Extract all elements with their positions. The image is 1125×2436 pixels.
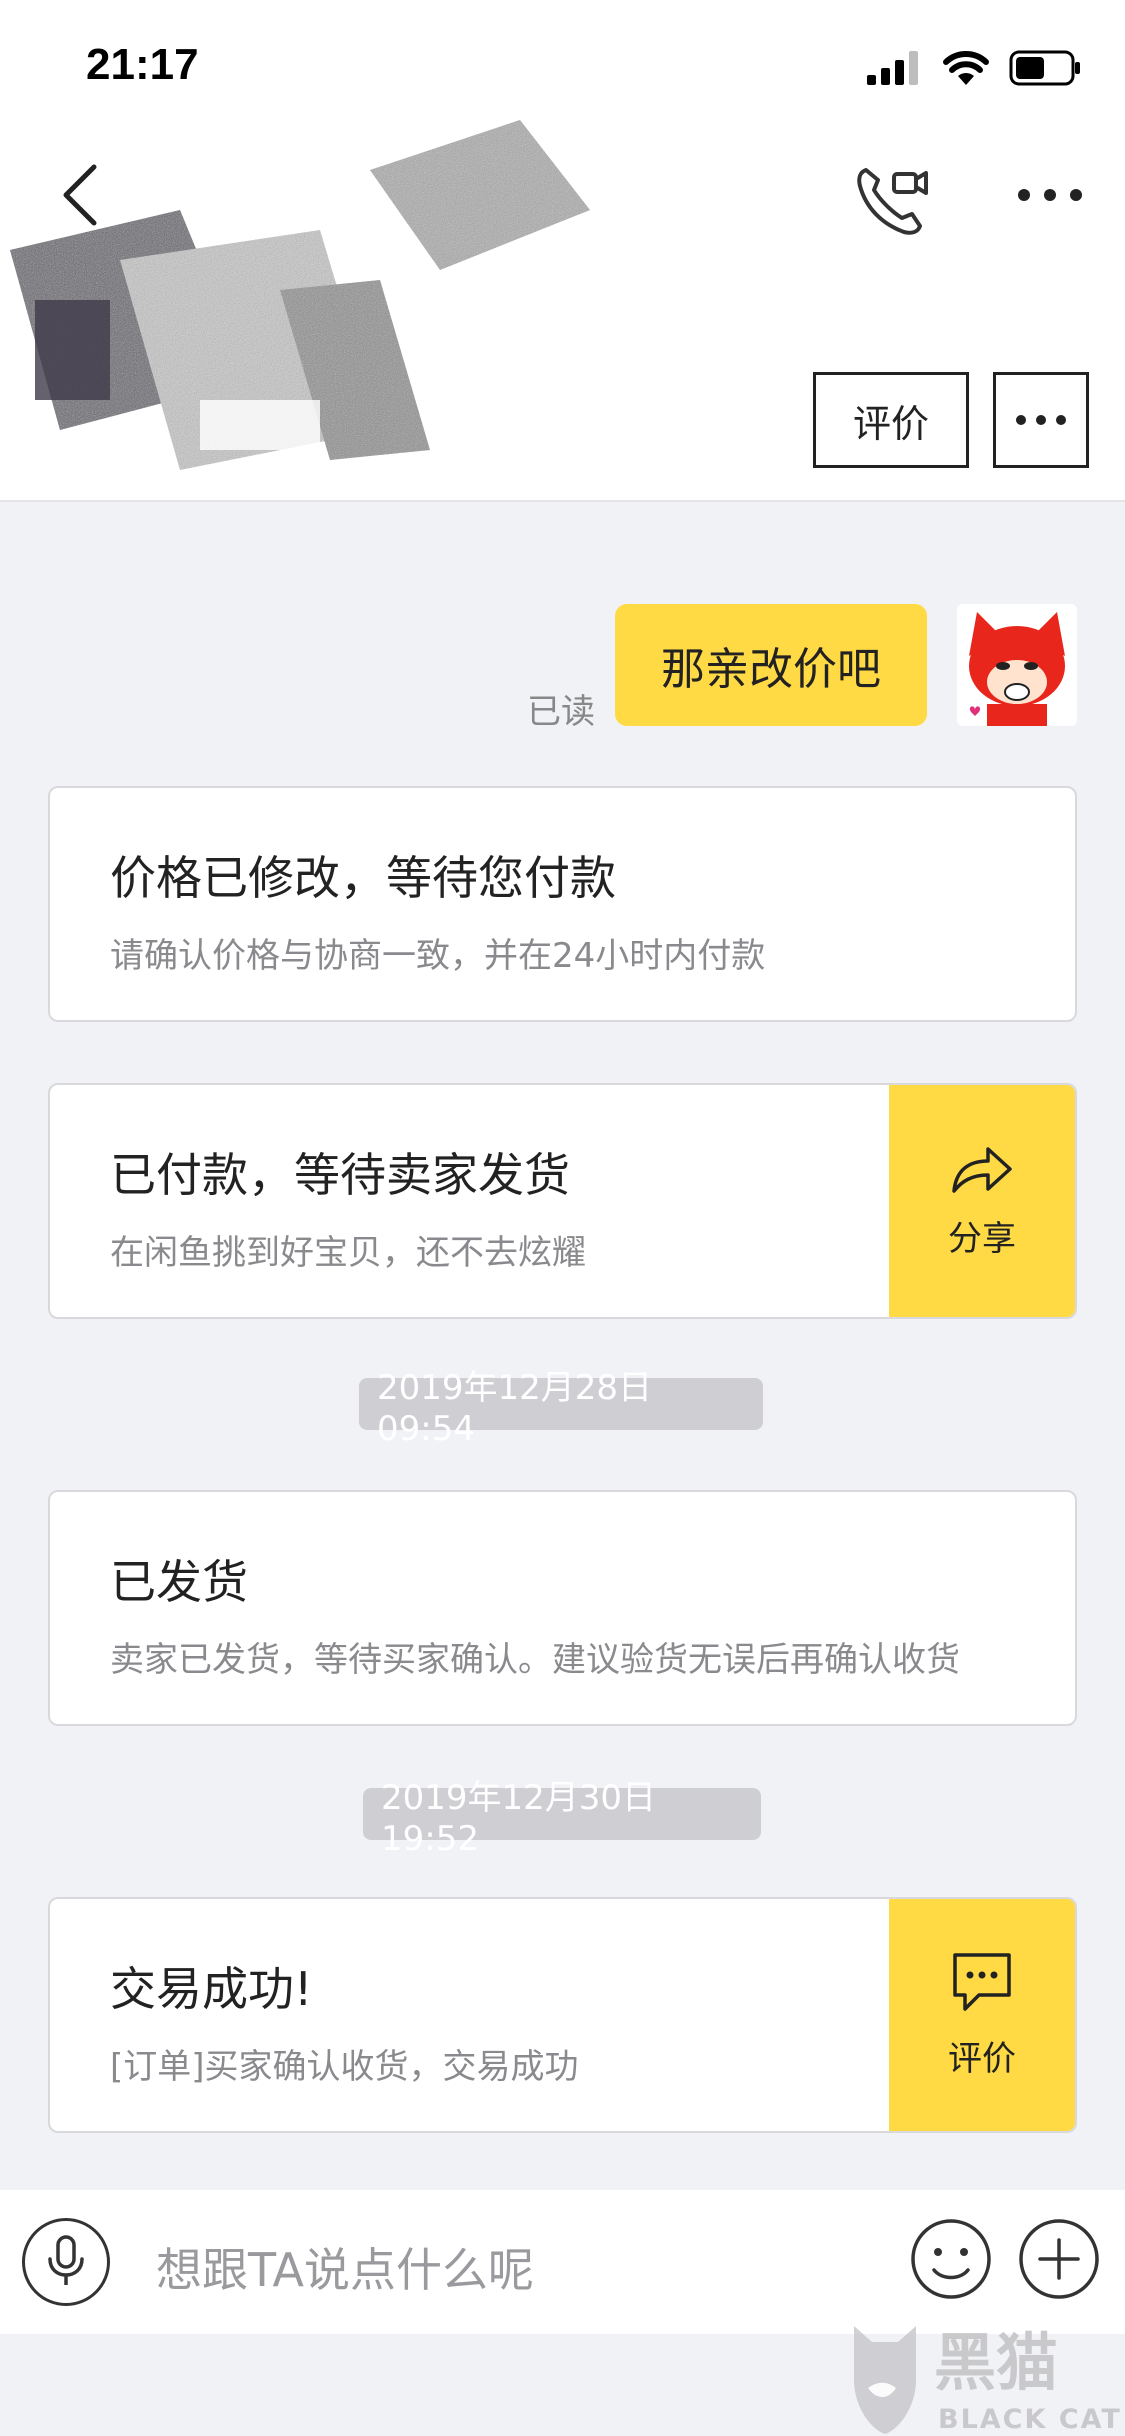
- order-card-paid[interactable]: 已付款，等待卖家发货 在闲鱼挑到好宝贝，还不去炫耀 分享: [48, 1083, 1077, 1319]
- rate-order-button[interactable]: 评价: [889, 1899, 1075, 2131]
- message-input-bar: 想跟TA说点什么呢: [0, 2190, 1125, 2334]
- voice-video-call-button[interactable]: [852, 160, 932, 240]
- share-button[interactable]: 分享: [889, 1085, 1075, 1317]
- chat-header: 21:17 评价: [0, 0, 1125, 502]
- svg-text:黑猫: 黑猫: [934, 2326, 1058, 2399]
- message-bubble[interactable]: 那亲改价吧: [615, 604, 927, 726]
- share-label: 分享: [948, 1218, 1016, 1259]
- header-more-button[interactable]: [993, 372, 1089, 468]
- ellipsis-icon: [1016, 415, 1066, 425]
- timestamp: 2019年12月30日 19:52: [363, 1778, 761, 1859]
- read-status: 已读: [527, 692, 595, 732]
- battery-icon: [1009, 50, 1080, 86]
- card-title: 已付款，等待卖家发货: [110, 1148, 570, 1202]
- plus-icon: [1019, 2219, 1099, 2299]
- order-card-completed[interactable]: 交易成功! [订单]买家确认收货，交易成功 评价: [48, 1897, 1077, 2133]
- signal-icon: [867, 51, 918, 85]
- message-input[interactable]: 想跟TA说点什么呢: [156, 2234, 534, 2300]
- card-subtitle: 请确认价格与协商一致，并在24小时内付款: [110, 936, 766, 976]
- smiley-icon: [911, 2219, 991, 2299]
- rate-button[interactable]: 评价: [813, 372, 969, 468]
- rate-label: 评价: [948, 2038, 1016, 2079]
- outgoing-message-row: 已读 那亲改价吧: [0, 604, 1125, 734]
- avatar[interactable]: [957, 604, 1077, 726]
- svg-text:BLACK CAT: BLACK CAT: [938, 2404, 1122, 2435]
- card-subtitle: 卖家已发货，等待买家确认。建议验货无误后再确认收货: [110, 1640, 960, 1680]
- status-time: 21:17: [86, 40, 199, 89]
- more-options-button[interactable]: [1010, 170, 1090, 220]
- phone-video-icon: [857, 168, 928, 235]
- wifi-icon: [943, 51, 989, 85]
- emoji-button[interactable]: [910, 2218, 992, 2300]
- black-cat-watermark: 黑猫 BLACK CAT: [850, 2318, 1125, 2436]
- status-icons: [867, 46, 1081, 90]
- card-title: 交易成功!: [110, 1962, 313, 2016]
- voice-input-button[interactable]: [22, 2218, 110, 2306]
- comment-icon: [953, 1952, 1011, 2011]
- order-card-price-changed[interactable]: 价格已修改，等待您付款 请确认价格与协商一致，并在24小时内付款: [48, 786, 1077, 1022]
- card-subtitle: [订单]买家确认收货，交易成功: [110, 2047, 579, 2087]
- order-card-shipped[interactable]: 已发货 卖家已发货，等待买家确认。建议验货无误后再确认收货: [48, 1490, 1077, 1726]
- microphone-icon: [48, 2235, 84, 2285]
- card-subtitle: 在闲鱼挑到好宝贝，还不去炫耀: [110, 1233, 586, 1273]
- card-title: 已发货: [110, 1555, 248, 1609]
- ellipsis-icon: [1018, 189, 1082, 201]
- card-title: 价格已修改，等待您付款: [110, 851, 616, 905]
- share-icon: [952, 1146, 1012, 1193]
- more-actions-button[interactable]: [1018, 2218, 1100, 2300]
- censored-item-image: [10, 120, 590, 470]
- black-cat-logo-icon: 黑猫 BLACK CAT: [854, 2326, 1122, 2435]
- timestamp: 2019年12月28日 09:54: [359, 1368, 763, 1449]
- fox-avatar-icon: [957, 604, 1077, 726]
